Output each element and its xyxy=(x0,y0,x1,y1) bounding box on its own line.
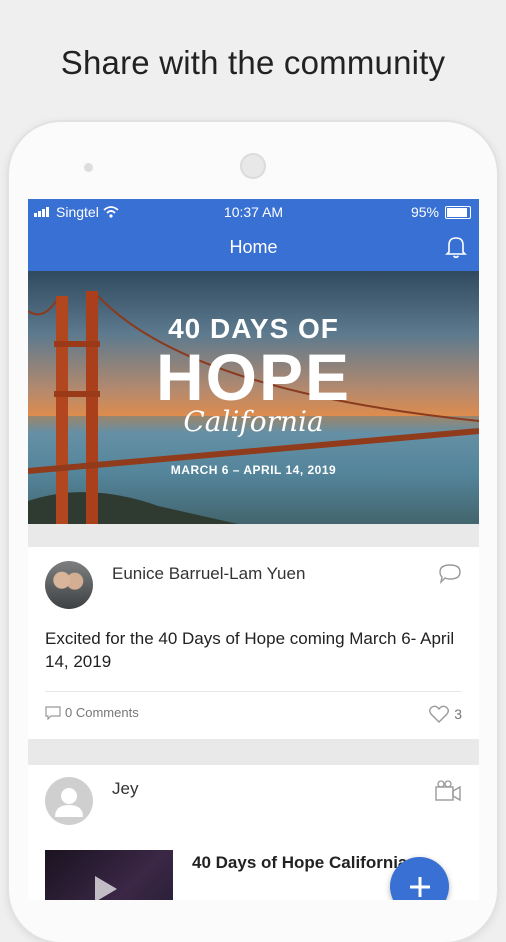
comment-icon xyxy=(45,705,61,720)
top-nav: Home xyxy=(28,225,479,271)
banner-script: California xyxy=(183,405,324,438)
play-icon xyxy=(95,876,117,900)
video-thumbnail[interactable] xyxy=(45,850,173,900)
promo-headline: Share with the community xyxy=(60,44,446,81)
banner-title-line2: HOPE xyxy=(155,340,352,414)
likes-count: 3 xyxy=(454,706,462,722)
post-author[interactable]: Jey xyxy=(112,779,138,799)
event-banner[interactable]: 40 DAYS OF HOPE California MARCH 6 – APR… xyxy=(28,271,479,524)
post-card[interactable]: Eunice Barruel-Lam Yuen Excited for the … xyxy=(28,547,479,739)
banner-dates: MARCH 6 – APRIL 14, 2019 xyxy=(170,463,337,477)
avatar[interactable] xyxy=(45,561,93,609)
status-bar: Singtel 10:37 AM 95% xyxy=(28,199,479,225)
phone-camera xyxy=(240,153,266,179)
chat-bubble-icon[interactable] xyxy=(438,563,462,585)
app-screen: Singtel 10:37 AM 95% Home 40 DAYS OF HOP… xyxy=(28,199,479,900)
phone-sensor xyxy=(84,163,93,172)
status-right: 95% xyxy=(411,204,471,220)
avatar[interactable] xyxy=(45,777,93,825)
video-camera-icon[interactable] xyxy=(434,779,462,803)
post-author[interactable]: Eunice Barruel-Lam Yuen xyxy=(112,564,305,584)
video-title[interactable]: 40 Days of Hope California xyxy=(192,853,407,873)
battery-percent: 95% xyxy=(410,204,439,220)
comments-count: 0 Comments xyxy=(65,705,139,720)
page-title: Home xyxy=(229,237,278,257)
plus-icon xyxy=(409,876,430,897)
post-text: Excited for the 40 Days of Hope coming M… xyxy=(45,629,455,671)
comments-link[interactable]: 0 Comments xyxy=(45,705,139,720)
like-button[interactable]: 3 xyxy=(429,705,462,723)
battery-icon xyxy=(445,205,471,219)
heart-icon xyxy=(429,705,450,723)
user-placeholder-icon xyxy=(55,788,83,817)
divider xyxy=(45,691,462,692)
bell-icon[interactable] xyxy=(445,235,467,259)
